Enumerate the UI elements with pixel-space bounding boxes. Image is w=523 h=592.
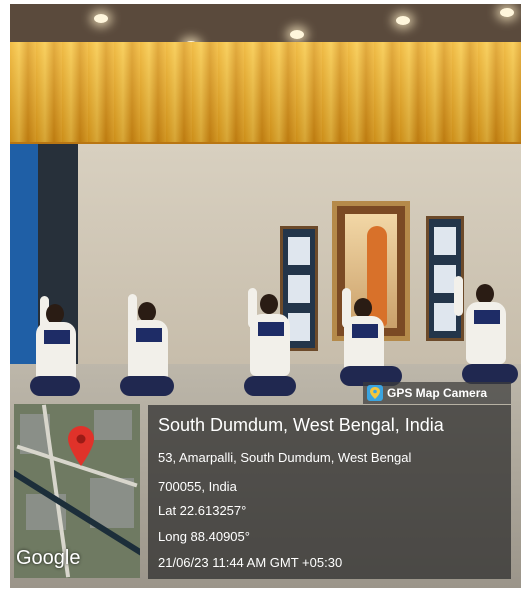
- address-line-2: 700055, India: [158, 479, 237, 494]
- ceiling-light: [500, 8, 514, 17]
- longitude: Long 88.40905°: [158, 529, 250, 544]
- ceiling: [10, 4, 521, 44]
- ceiling-light: [94, 14, 108, 23]
- timestamp: 21/06/23 11:44 AM GMT +05:30: [158, 555, 343, 570]
- google-logo: Google: [16, 547, 81, 569]
- map-pin-icon: [367, 385, 383, 401]
- map-thumbnail: Google: [14, 404, 140, 578]
- gps-app-label: GPS Map Camera: [387, 386, 488, 400]
- ceiling-light: [396, 16, 410, 25]
- location-info-panel: South Dumdum, West Bengal, India 53, Ama…: [148, 405, 511, 579]
- location-marker-icon: [68, 426, 94, 471]
- address-line-1: 53, Amarpalli, South Dumdum, West Bengal: [158, 450, 412, 465]
- ceiling-light: [290, 30, 304, 39]
- gps-app-badge: GPS Map Camera: [363, 382, 511, 404]
- latitude: Lat 22.613257°: [158, 503, 247, 518]
- location-title: South Dumdum, West Bengal, India: [158, 415, 444, 435]
